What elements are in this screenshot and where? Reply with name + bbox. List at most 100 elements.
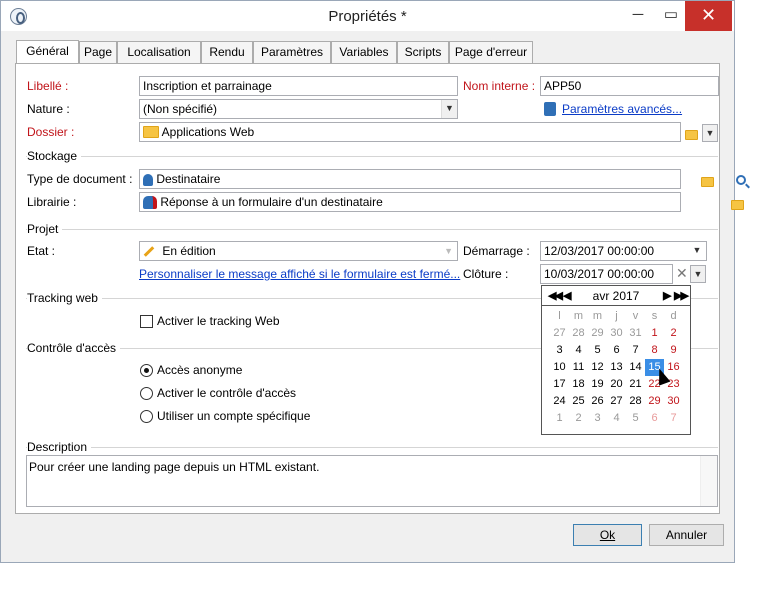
next-year-button[interactable]: ▶▶ (674, 289, 689, 302)
calendar-day[interactable]: 18 (569, 376, 588, 393)
compte-specifique-radio[interactable] (140, 410, 153, 423)
cloture-dropdown-button[interactable]: ▼ (690, 265, 706, 283)
calendar-day[interactable]: 2 (569, 410, 588, 427)
clear-icon[interactable]: ✕ (676, 265, 688, 282)
parametres-avances-link[interactable]: Paramètres avancés... (562, 102, 682, 116)
tracking-checkbox[interactable] (140, 315, 153, 328)
calendar-day[interactable]: 26 (588, 393, 607, 410)
calendar-day[interactable]: 9 (664, 342, 683, 359)
calendar-day[interactable]: 4 (569, 342, 588, 359)
etat-value: En édition (162, 244, 216, 258)
type-doc-value: Destinataire (156, 172, 221, 186)
tab-scripts[interactable]: Scripts (397, 41, 449, 64)
folder-browse-icon[interactable] (685, 129, 698, 140)
nature-select[interactable]: (Non spécifié) ▼ (139, 99, 458, 119)
cloture-label: Clôture : (463, 267, 509, 281)
acces-anonyme-radio[interactable] (140, 364, 153, 377)
folder-icon (143, 125, 159, 138)
demarrage-label: Démarrage : (463, 244, 530, 258)
calendar-day[interactable]: 12 (588, 359, 607, 376)
calendar-day[interactable]: 1 (550, 410, 569, 427)
calendar-day[interactable]: 5 (626, 410, 645, 427)
cloture-input[interactable]: 10/03/2017 00:00:00 (540, 264, 673, 284)
calendar-day[interactable]: 1 (645, 325, 664, 342)
demarrage-dropdown-button[interactable]: ▼ (689, 242, 705, 260)
dossier-dropdown-button[interactable]: ▼ (702, 124, 718, 142)
chevron-down-icon: ▼ (441, 100, 457, 118)
libelle-input[interactable]: Inscription et parrainage (139, 76, 458, 96)
dossier-input[interactable]: Applications Web (139, 122, 681, 142)
maximize-button[interactable]: ▭ (654, 1, 688, 31)
calendar-day[interactable]: 28 (626, 393, 645, 410)
personnaliser-message-link[interactable]: Personnaliser le message affiché si le f… (139, 267, 460, 281)
calendar-day[interactable]: 20 (607, 376, 626, 393)
calendar-day[interactable]: 30 (607, 325, 626, 342)
next-month-button[interactable]: ▶ (663, 289, 672, 302)
description-group-label: Description (27, 440, 92, 454)
description-text: Pour créer une landing page depuis un HT… (29, 460, 320, 474)
folder-browse-icon[interactable] (701, 176, 715, 187)
calendar-day[interactable]: 8 (645, 342, 664, 359)
calendar-day[interactable]: 6 (645, 410, 664, 427)
calendar-day[interactable]: 4 (607, 410, 626, 427)
demarrage-input[interactable]: 12/03/2017 00:00:00 (540, 241, 707, 261)
close-button[interactable]: ✕ (685, 1, 732, 31)
etat-select[interactable]: En édition ▼ (139, 241, 458, 261)
tab-parametres[interactable]: Paramètres (253, 41, 331, 64)
compte-specifique-label[interactable]: Utiliser un compte spécifique (157, 409, 310, 423)
calendar-day[interactable]: 29 (645, 393, 664, 410)
calendar-day[interactable]: 17 (550, 376, 569, 393)
tab-general[interactable]: Général (16, 40, 79, 65)
calendar-day[interactable]: 29 (588, 325, 607, 342)
calendar-day[interactable]: 5 (588, 342, 607, 359)
tab-localisation[interactable]: Localisation (117, 41, 201, 64)
search-icon[interactable] (735, 175, 746, 185)
calendar-header: ◀◀ ◀ avr 2017 ▶ ▶▶ (542, 286, 690, 306)
acces-group-label: Contrôle d'accès (27, 341, 121, 355)
calendar-day[interactable]: 31 (626, 325, 645, 342)
annuler-button[interactable]: Annuler (649, 524, 724, 546)
stockage-group-label: Stockage (27, 149, 82, 163)
calendar-day[interactable]: 27 (607, 393, 626, 410)
calendar-day[interactable]: 7 (664, 410, 683, 427)
librairie-input[interactable]: Réponse à un formulaire d'un destinatair… (139, 192, 681, 212)
activer-controle-radio[interactable] (140, 387, 153, 400)
calendar-day[interactable]: 10 (550, 359, 569, 376)
calendar-day[interactable]: 11 (569, 359, 588, 376)
description-textarea[interactable]: Pour créer une landing page depuis un HT… (26, 455, 718, 507)
librairie-label: Librairie : (27, 195, 77, 209)
nom-interne-input[interactable]: APP50 (540, 76, 719, 96)
prev-month-button[interactable]: ◀ (563, 289, 572, 302)
calendar-day[interactable]: 14 (626, 359, 645, 376)
calendar-day[interactable]: 24 (550, 393, 569, 410)
calendar-day[interactable]: 3 (550, 342, 569, 359)
calendar-day[interactable]: 21 (626, 376, 645, 393)
calendar-day[interactable]: 27 (550, 325, 569, 342)
calendar-weekday-header: s (651, 310, 658, 322)
type-doc-input[interactable]: Destinataire (139, 169, 681, 189)
activer-controle-label[interactable]: Activer le contrôle d'accès (157, 386, 296, 400)
calendar-weekday-header: d (670, 310, 677, 322)
calendar-day[interactable]: 30 (664, 393, 683, 410)
dossier-label: Dossier : (27, 125, 75, 139)
calendar-month-label: avr 2017 (592, 289, 640, 303)
calendar-day[interactable]: 3 (588, 410, 607, 427)
ok-button[interactable]: Ok (573, 524, 642, 546)
tab-page[interactable]: Page (79, 41, 117, 64)
description-scrollbar[interactable] (700, 456, 717, 506)
calendar-day[interactable]: 2 (664, 325, 683, 342)
tracking-checkbox-label[interactable]: Activer le tracking Web (157, 314, 280, 328)
tab-rendu[interactable]: Rendu (201, 41, 253, 64)
calendar-day[interactable]: 28 (569, 325, 588, 342)
calendar-day[interactable]: 25 (569, 393, 588, 410)
minimize-button[interactable]: ─ (621, 1, 655, 31)
prev-year-button[interactable]: ◀◀ (548, 289, 563, 302)
calendar-day[interactable]: 7 (626, 342, 645, 359)
acces-anonyme-label[interactable]: Accès anonyme (157, 363, 242, 377)
tab-variables[interactable]: Variables (331, 41, 397, 64)
calendar-day[interactable]: 6 (607, 342, 626, 359)
folder-browse-icon[interactable] (731, 199, 745, 210)
calendar-day[interactable]: 13 (607, 359, 626, 376)
tab-page-erreur[interactable]: Page d'erreur (449, 41, 533, 64)
calendar-day[interactable]: 19 (588, 376, 607, 393)
